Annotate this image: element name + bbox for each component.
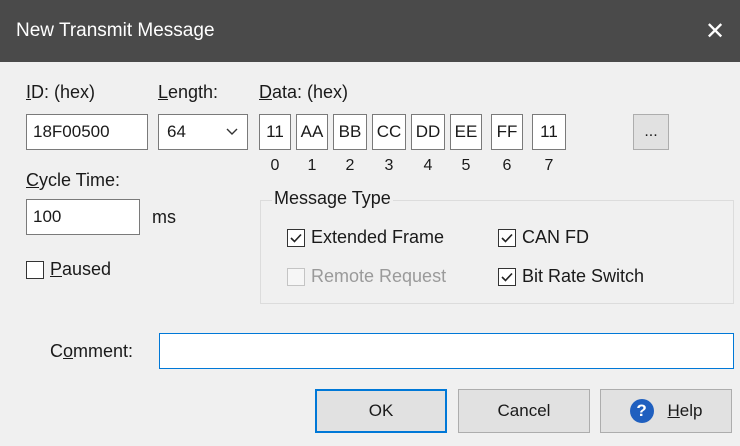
data-index-5: 5 <box>461 157 471 174</box>
remote-request-checkbox <box>287 268 305 286</box>
cycle-time-label: Cycle Time: <box>26 170 121 190</box>
data-index-0: 0 <box>270 157 280 174</box>
chevron-down-icon <box>225 124 239 144</box>
checkmark-icon <box>501 272 513 282</box>
help-label: Help <box>667 401 703 420</box>
close-icon[interactable]: ✕ <box>690 0 740 62</box>
help-button[interactable]: ? Help <box>600 389 732 433</box>
window-title: New Transmit Message <box>16 20 215 41</box>
cycle-time-input[interactable]: 100 <box>26 199 140 235</box>
cycle-time-unit: ms <box>152 207 176 227</box>
ok-button[interactable]: OK <box>315 389 447 433</box>
data-index-3: 3 <box>384 157 394 174</box>
data-index-6: 6 <box>502 157 512 174</box>
dialog-window: New Transmit Message ✕ ID: (hex) 18F0050… <box>0 0 740 446</box>
extended-frame-label[interactable]: Extended Frame <box>311 227 444 248</box>
data-byte-6[interactable]: FF <box>491 114 523 150</box>
message-type-group <box>260 200 734 304</box>
data-byte-2[interactable]: BB <box>333 114 367 150</box>
more-data-button[interactable]: ... <box>633 114 669 150</box>
bit-rate-switch-checkbox[interactable] <box>498 268 516 286</box>
title-bar[interactable]: New Transmit Message ✕ <box>0 0 740 62</box>
paused-label[interactable]: Paused <box>50 259 111 280</box>
data-byte-4[interactable]: DD <box>411 114 445 150</box>
data-byte-3[interactable]: CC <box>372 114 406 150</box>
can-fd-checkbox[interactable] <box>498 229 516 247</box>
paused-checkbox[interactable] <box>26 261 44 279</box>
comment-input[interactable] <box>159 333 734 369</box>
can-fd-label[interactable]: CAN FD <box>522 227 589 248</box>
data-index-7: 7 <box>544 157 554 174</box>
data-byte-5[interactable]: EE <box>450 114 482 150</box>
checkmark-icon <box>501 233 513 243</box>
help-icon: ? <box>629 399 654 423</box>
extended-frame-checkbox[interactable] <box>287 229 305 247</box>
data-byte-7[interactable]: 11 <box>532 114 566 150</box>
checkmark-icon <box>290 233 302 243</box>
message-type-legend: Message Type <box>272 188 393 209</box>
length-select[interactable]: 64 <box>158 114 248 150</box>
id-input[interactable]: 18F00500 <box>26 114 148 150</box>
cancel-button[interactable]: Cancel <box>458 389 590 433</box>
data-byte-1[interactable]: AA <box>296 114 328 150</box>
data-index-2: 2 <box>345 157 355 174</box>
comment-label: Comment: <box>50 341 134 361</box>
length-label: Length: <box>158 82 219 102</box>
data-label: Data: (hex) <box>259 82 349 102</box>
data-index-1: 1 <box>307 157 317 174</box>
data-byte-0[interactable]: 11 <box>259 114 291 150</box>
data-index-4: 4 <box>423 157 433 174</box>
id-label: ID: (hex) <box>26 82 96 102</box>
remote-request-label: Remote Request <box>311 266 447 286</box>
bit-rate-switch-label[interactable]: Bit Rate Switch <box>522 266 644 287</box>
